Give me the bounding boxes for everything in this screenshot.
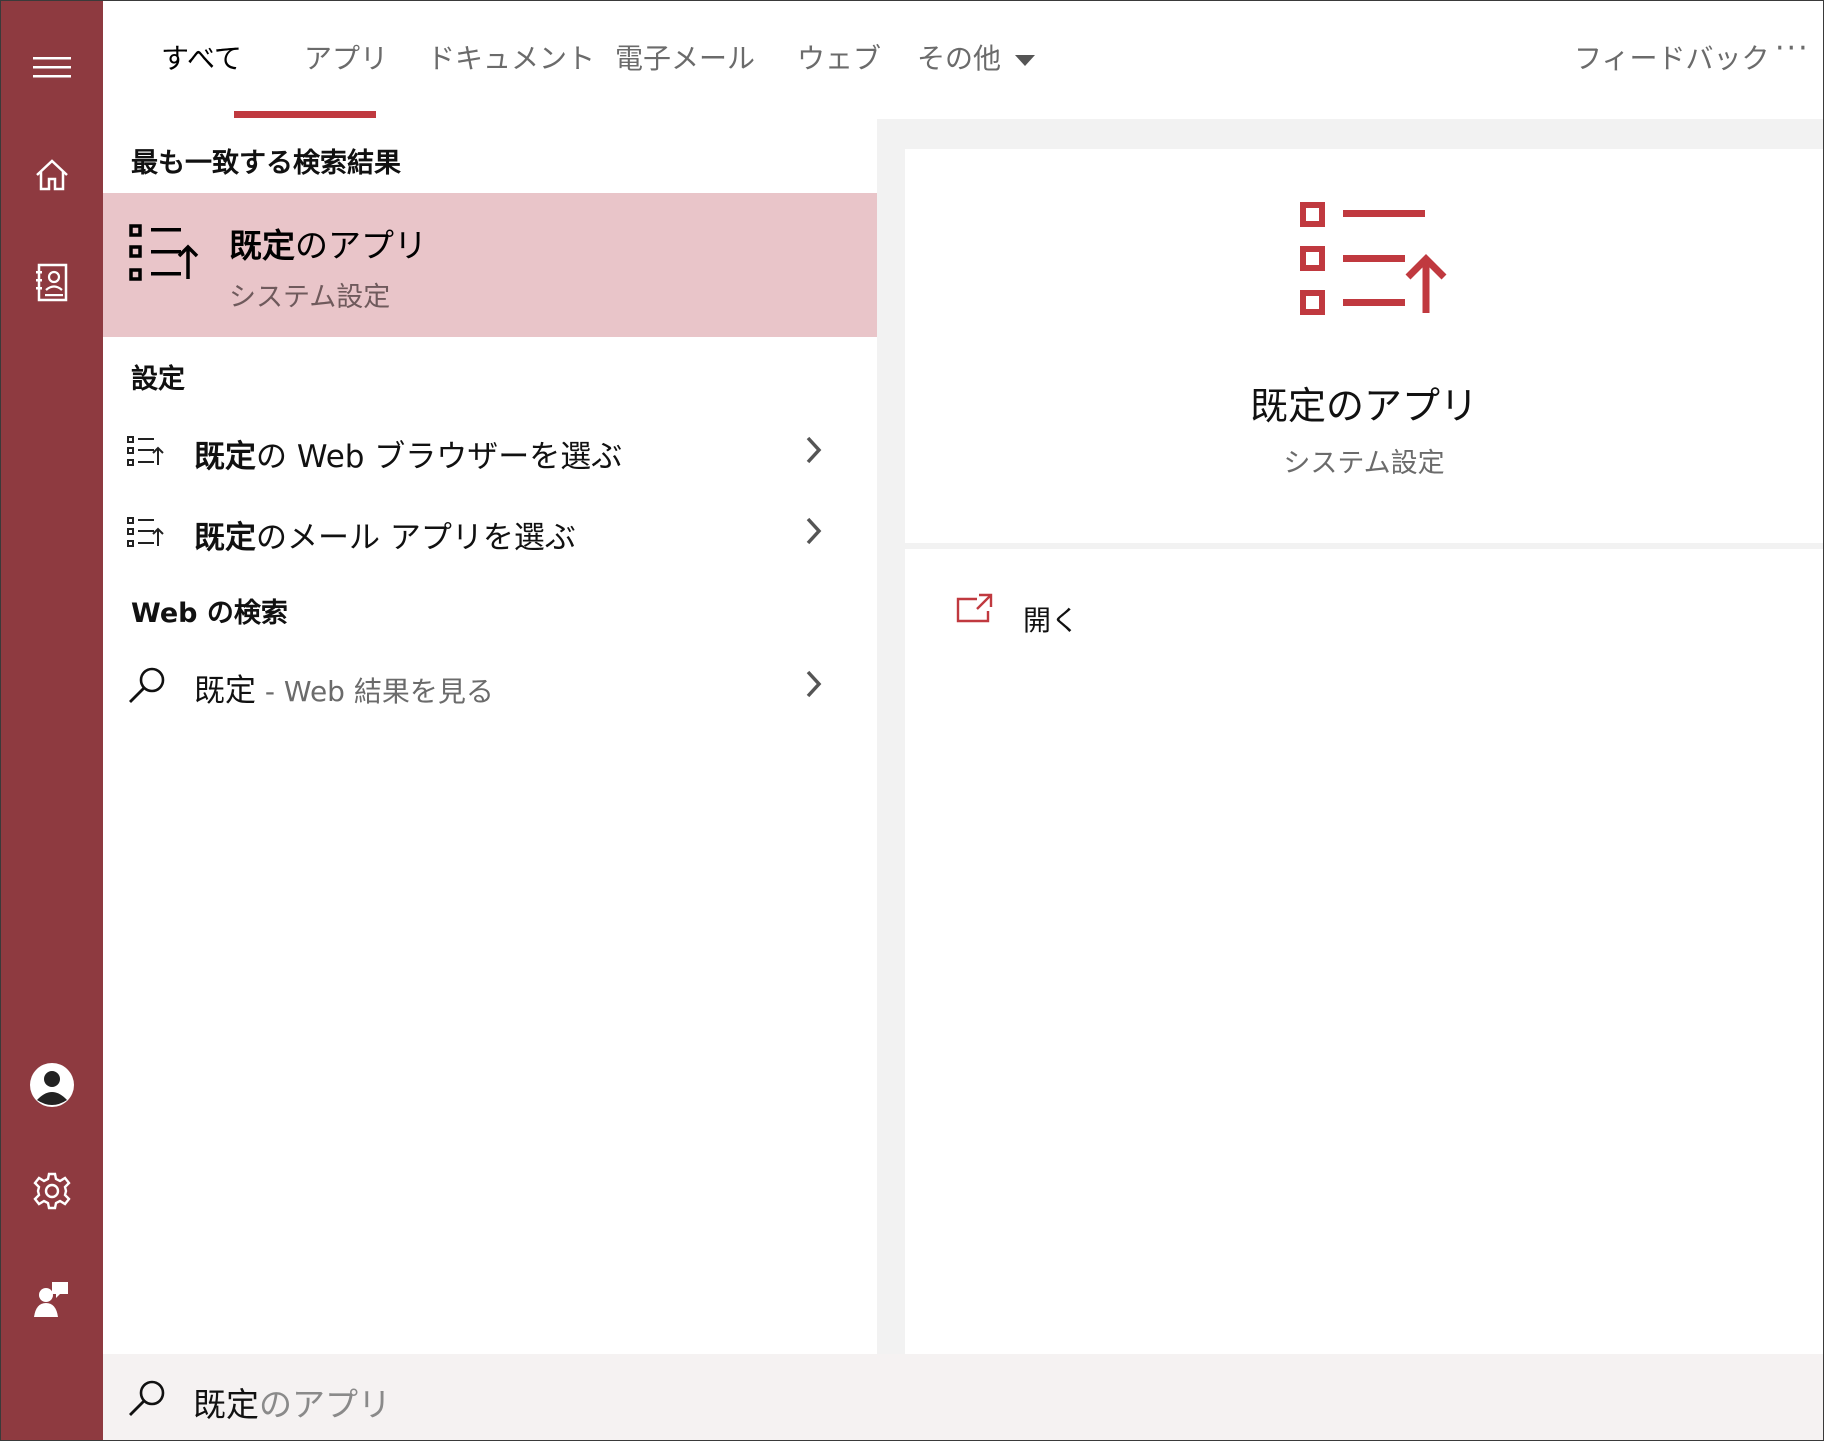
chevron-down-icon	[1015, 54, 1036, 66]
tab-web[interactable]: ウェブ	[797, 37, 881, 85]
tab-all[interactable]: すべて	[161, 37, 242, 85]
settings-item-label-rest: の Web ブラウザーを選ぶ	[256, 439, 623, 475]
settings-icon	[33, 1172, 71, 1210]
web-search-label: 既定 - Web 結果を見る	[194, 665, 494, 710]
default-apps-icon	[127, 517, 164, 547]
results-pane: 最も一致する検索結果 既定のアプリ システム設定 設定 既定の Web ブラウザ…	[103, 119, 877, 1354]
settings-button[interactable]	[1, 1151, 103, 1231]
default-apps-icon	[129, 224, 199, 281]
menu-button[interactable]	[1, 27, 103, 107]
hamburger-icon	[33, 57, 71, 78]
settings-item-label-bold: 既定	[194, 520, 256, 556]
default-apps-icon	[1300, 202, 1447, 315]
best-match-title-bold: 既定	[229, 226, 295, 265]
web-search-suffix: - Web 結果を見る	[256, 675, 494, 708]
settings-item-label: 既定のメール アプリを選ぶ	[194, 512, 576, 557]
feedback-link[interactable]: フィードバック	[1574, 37, 1769, 85]
open-external-icon	[956, 593, 993, 623]
filter-tabs: すべて アプリ ドキュメント 電子メール ウェブ その他 フィードバック ···	[103, 1, 1823, 120]
best-match-title: 既定のアプリ	[229, 219, 427, 267]
active-tab-indicator	[234, 111, 376, 118]
settings-item-mail[interactable]: 既定のメール アプリを選ぶ	[103, 496, 877, 568]
preview-subtitle: システム設定	[1283, 448, 1445, 479]
account-button[interactable]	[1, 1045, 103, 1125]
chevron-right-icon	[806, 517, 822, 545]
preview-title: 既定のアプリ	[1249, 384, 1478, 428]
settings-item-browser[interactable]: 既定の Web ブラウザーを選ぶ	[103, 415, 877, 487]
tab-apps[interactable]: アプリ	[304, 37, 388, 85]
best-match-heading: 最も一致する検索結果	[131, 148, 401, 179]
tab-more-label: その他	[917, 42, 1002, 75]
search-box[interactable]: 既定のアプリ	[103, 1354, 1823, 1440]
best-match-item[interactable]: 既定のアプリ システム設定	[103, 193, 877, 337]
chevron-right-icon	[806, 670, 822, 698]
home-icon	[36, 159, 68, 191]
search-icon	[129, 667, 165, 703]
left-rail	[1, 1, 103, 1440]
search-suggestion-text: のアプリ	[259, 1385, 391, 1424]
preview-card: 既定のアプリ システム設定	[905, 149, 1823, 543]
notebook-icon	[36, 263, 68, 302]
feedback-person-icon	[34, 1282, 68, 1317]
web-search-item[interactable]: 既定 - Web 結果を見る	[103, 649, 877, 721]
feedback-button[interactable]	[1, 1259, 103, 1339]
chevron-right-icon	[806, 436, 822, 464]
preview-actions: 開く	[905, 549, 1823, 1354]
more-options-button[interactable]: ···	[1775, 31, 1810, 79]
best-match-subtitle: システム設定	[229, 282, 391, 313]
settings-item-label: 既定の Web ブラウザーを選ぶ	[194, 431, 622, 476]
web-search-heading: Web の検索	[131, 598, 288, 629]
settings-item-label-bold: 既定	[194, 439, 256, 475]
search-window: すべて アプリ ドキュメント 電子メール ウェブ その他 フィードバック ···…	[0, 0, 1824, 1441]
home-button[interactable]	[1, 135, 103, 215]
open-action-label: 開く	[1023, 604, 1080, 637]
settings-item-label-rest: のメール アプリを選ぶ	[256, 520, 576, 556]
search-icon	[129, 1380, 165, 1416]
best-match-title-rest: のアプリ	[295, 226, 427, 265]
account-icon	[30, 1063, 74, 1107]
tab-documents[interactable]: ドキュメント	[427, 37, 595, 85]
search-input[interactable]: 既定のアプリ	[193, 1378, 391, 1426]
web-search-query: 既定	[194, 673, 256, 709]
notebook-button[interactable]	[1, 243, 103, 323]
search-typed-text: 既定	[193, 1385, 259, 1424]
tab-more[interactable]: その他	[917, 37, 1036, 85]
tab-email[interactable]: 電子メール	[615, 37, 755, 85]
default-apps-icon	[127, 436, 164, 466]
settings-heading: 設定	[131, 364, 185, 395]
